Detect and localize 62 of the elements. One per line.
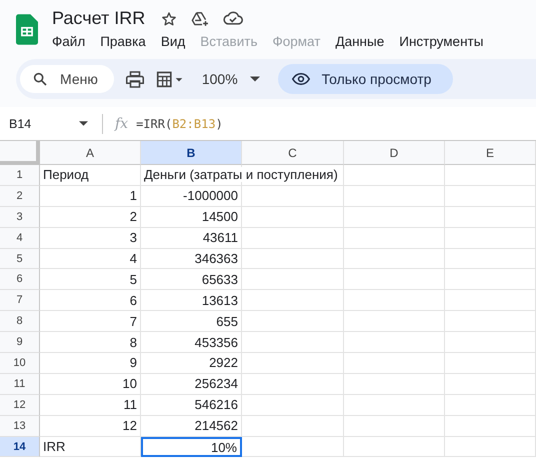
- dropdown-caret-icon[interactable]: [79, 121, 88, 126]
- table-cell: Период: [43, 167, 89, 182]
- table-cell: 546216: [194, 397, 238, 412]
- sheets-logo-icon[interactable]: [16, 14, 38, 45]
- cloud-check-icon[interactable]: [223, 11, 244, 26]
- row-header[interactable]: 10: [0, 353, 40, 374]
- row-header[interactable]: 2: [0, 186, 40, 207]
- row-header[interactable]: 3: [0, 206, 40, 228]
- print-icon[interactable]: [126, 70, 144, 88]
- table-cell: 65633: [202, 272, 238, 287]
- cell-reference-field[interactable]: B14: [0, 116, 79, 130]
- table-cell: -1000000: [183, 188, 238, 204]
- table-cell: 43611: [202, 230, 238, 246]
- view-only-button[interactable]: Только просмотр: [278, 64, 454, 94]
- drive-add-icon[interactable]: [191, 10, 210, 26]
- table-cell: 14500: [202, 209, 238, 224]
- column-header[interactable]: C: [242, 141, 344, 165]
- row-header[interactable]: 7: [0, 290, 40, 312]
- function-icon: fx: [115, 116, 128, 132]
- row-header[interactable]: 14: [0, 436, 40, 458]
- table-cell: 214562: [194, 418, 238, 434]
- column-header[interactable]: D: [344, 141, 445, 165]
- menu-item[interactable]: Данные: [335, 34, 384, 49]
- row-header[interactable]: 12: [0, 394, 40, 416]
- table-cell: Деньги (затраты и поступления): [144, 167, 338, 182]
- table-cell: 346363: [194, 251, 238, 266]
- format-table-icon[interactable]: [156, 70, 184, 88]
- table-cell: 655: [216, 314, 238, 329]
- table-cell: 13613: [202, 292, 238, 308]
- table-cell: 4: [130, 251, 137, 266]
- document-title[interactable]: Расчет IRR: [52, 8, 146, 29]
- zoom-select[interactable]: 100%: [202, 71, 238, 87]
- column-header[interactable]: A: [40, 141, 141, 165]
- table-cell: 10%: [210, 440, 237, 455]
- table-cell: 453356: [194, 334, 238, 350]
- column-header[interactable]: E: [445, 141, 536, 165]
- menu-item[interactable]: Файл: [52, 34, 86, 49]
- row-header[interactable]: 13: [0, 416, 40, 437]
- eye-icon: [292, 72, 310, 86]
- table-cell: 3: [130, 230, 137, 246]
- row-header[interactable]: 1: [0, 165, 40, 186]
- table-cell: 9: [130, 355, 137, 370]
- menu-item[interactable]: Инструменты: [399, 34, 484, 49]
- search-icon: [32, 71, 48, 87]
- row-header[interactable]: 9: [0, 332, 40, 354]
- menu-item[interactable]: Вид: [160, 34, 186, 49]
- table-cell: 256234: [194, 376, 238, 392]
- row-header[interactable]: 5: [0, 248, 40, 270]
- table-cell: 10: [122, 376, 137, 392]
- menu-search-field[interactable]: Меню: [20, 65, 114, 93]
- row-header[interactable]: 4: [0, 228, 40, 249]
- dropdown-caret-icon[interactable]: [250, 76, 260, 82]
- column-header[interactable]: B: [141, 141, 242, 165]
- star-icon[interactable]: [161, 10, 178, 26]
- formula-field[interactable]: =IRR(B2:B13): [136, 116, 223, 130]
- table-cell: 6: [130, 292, 137, 308]
- table-cell: 8: [130, 334, 137, 350]
- row-header[interactable]: 6: [0, 269, 40, 290]
- row-header[interactable]: 11: [0, 374, 40, 395]
- table-cell: 2922: [209, 355, 238, 370]
- row-header[interactable]: 8: [0, 311, 40, 332]
- menu-item[interactable]: Правка: [100, 34, 146, 49]
